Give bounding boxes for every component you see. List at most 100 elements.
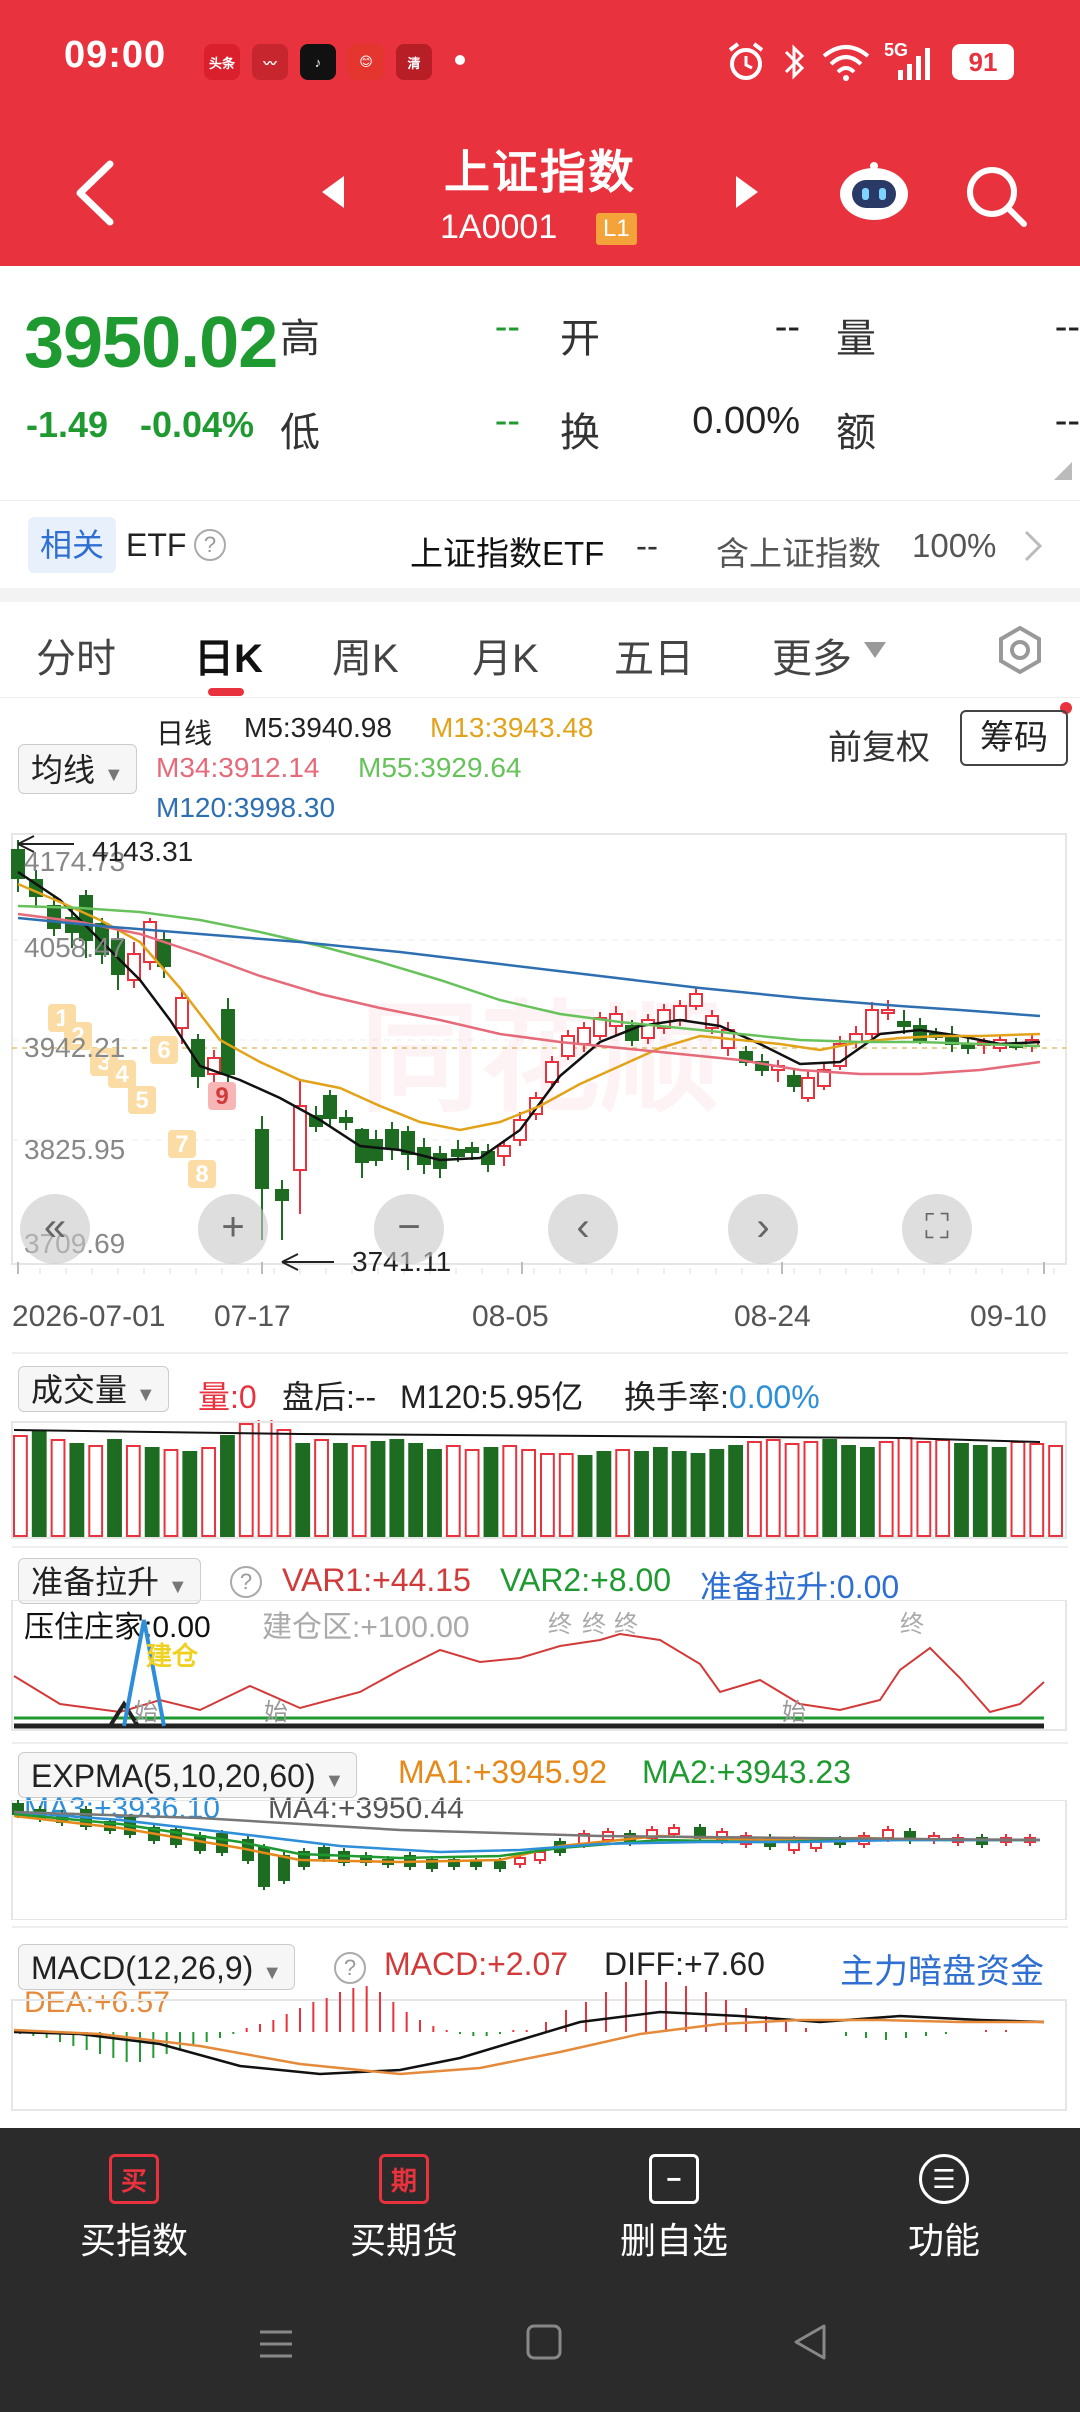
system-back-icon[interactable] [790, 2322, 830, 2362]
volume-bar [464, 1449, 480, 1537]
date-label-0: 2026-07-01 [12, 1300, 166, 1333]
candle-body [787, 1075, 801, 1087]
expand-corner-icon[interactable] [1054, 462, 1072, 480]
volume-bar [690, 1453, 706, 1537]
date-label-2: 08-05 [472, 1300, 549, 1333]
buy-futures-button[interactable]: 期 买期货 [304, 2154, 504, 2264]
td-number-7: 7 [175, 1131, 188, 1158]
volume-indicator-select[interactable]: 成交量 ▼ [18, 1366, 169, 1412]
volume-bar [351, 1445, 367, 1537]
scroll-next-button[interactable]: › [728, 1194, 798, 1264]
zoom-out-button[interactable]: − [374, 1194, 444, 1264]
high-value: -- [494, 306, 520, 348]
volume-qty-value: 0 [238, 1379, 257, 1415]
etf-name: 上证指数ETF [410, 535, 605, 572]
volume-bar [878, 1441, 894, 1537]
zb-indicator-select[interactable]: 准备拉升 ▼ [18, 1558, 201, 1604]
wifi-icon [822, 45, 870, 81]
next-stock-icon[interactable] [732, 172, 762, 212]
buy-index-label: 买指数 [79, 2220, 188, 2261]
legend-m55: M55:3929.64 [358, 752, 522, 783]
expma-candle-body [668, 1827, 680, 1835]
expma-ma1: MA1:+3945.92 [398, 1754, 608, 1790]
scroll-prev-button[interactable]: ‹ [548, 1194, 618, 1264]
help-icon[interactable]: ? [194, 529, 226, 561]
volume-bar [728, 1445, 744, 1537]
more-dropdown-icon [864, 642, 886, 658]
candle-body [865, 1009, 879, 1035]
volume-bar [483, 1447, 499, 1537]
chip-distribution-button[interactable]: 筹码 [960, 710, 1068, 766]
section-divider [0, 588, 1080, 602]
bluetooth-icon [784, 44, 805, 80]
date-label-3: 08-24 [734, 1300, 811, 1333]
indicator-select[interactable]: 均线 ▼ [18, 744, 137, 794]
volume-bar [144, 1447, 160, 1537]
volume-bar [220, 1435, 235, 1537]
volume-bar [238, 1423, 254, 1537]
tab-monthly-k[interactable]: 月K [472, 626, 539, 684]
help-icon[interactable]: ? [230, 1566, 262, 1598]
search-icon[interactable] [962, 162, 1030, 230]
tab-more[interactable]: 更多 [772, 626, 852, 684]
volume-bar [634, 1451, 649, 1537]
home-icon[interactable] [524, 2322, 564, 2362]
expma-candle-body [318, 1847, 330, 1859]
turnover-value: 0.00% [692, 400, 800, 442]
more-notifications-dot [455, 55, 465, 65]
expma-candle-body [534, 1851, 546, 1861]
volume-bar [822, 1439, 838, 1537]
candle-body [801, 1077, 815, 1099]
turnover-rate-text: 换手率: [624, 1379, 729, 1415]
expma-chart[interactable] [0, 1800, 1080, 1920]
ai-assistant-robot-icon[interactable] [836, 160, 912, 224]
amount-label: 额 [836, 411, 876, 455]
buy-index-button[interactable]: 买 买指数 [34, 2154, 234, 2264]
volume-bar [577, 1455, 593, 1537]
remove-watchlist-label: 删自选 [619, 2220, 728, 2261]
y-label-1: 4058.47 [24, 932, 126, 963]
legend-m13: M13:3943.48 [430, 712, 594, 743]
zb-start-mark: 始 [134, 1699, 158, 1726]
macd-chart[interactable] [0, 1960, 1080, 2120]
related-tag: 相关 [28, 517, 117, 573]
kline-chart[interactable]: 同花顺123 456789 [0, 830, 1080, 1350]
fast-back-button[interactable]: « [20, 1194, 90, 1264]
volume-bar [125, 1445, 141, 1537]
remove-watchlist-button[interactable]: − 删自选 [574, 2154, 774, 2264]
related-type: ETF [126, 527, 187, 563]
candle-body [673, 1005, 687, 1021]
status-bar: 09:00 头条 〰 ♪ 😊 清 5G 91 [0, 0, 1080, 120]
volume-chart[interactable] [0, 1420, 1080, 1540]
volume-bar [370, 1441, 386, 1537]
back-icon[interactable] [70, 158, 116, 228]
volume-bar [803, 1441, 819, 1537]
adjust-mode[interactable]: 前复权 [828, 720, 930, 769]
tab-weekly-k[interactable]: 周K [332, 626, 399, 684]
tab-intraday[interactable]: 分时 [36, 626, 116, 684]
qingyun-app-icon: 清 [396, 44, 432, 80]
chart-settings-icon[interactable] [994, 624, 1046, 676]
zoom-in-button[interactable]: + [198, 1194, 268, 1264]
functions-button[interactable]: ☰ 功能 [844, 2154, 1044, 2264]
volume-select-label: 成交量 [31, 1372, 128, 1408]
tab-daily-k[interactable]: 日K [194, 626, 263, 684]
volume-bar [747, 1441, 762, 1537]
related-etf-bar[interactable]: 相关 ETF ? 上证指数ETF -- 含上证指数 100% [0, 500, 1080, 588]
zb-end-mark: 终 [548, 1611, 572, 1638]
volume-bar [859, 1447, 875, 1537]
stock-code: 1A0001 [440, 208, 558, 246]
td-number-6: 6 [157, 1037, 170, 1064]
candle-body [497, 1145, 511, 1157]
td-number-4: 4 [115, 1061, 129, 1088]
tab-five-day[interactable]: 五日 [614, 626, 694, 684]
date-label-1: 07-17 [214, 1300, 291, 1333]
recent-apps-icon[interactable] [256, 2324, 296, 2364]
chevron-down-icon: ▼ [324, 1770, 345, 1792]
tiktok-app-icon: ♪ [300, 44, 336, 80]
fullscreen-button[interactable]: ⛶ [902, 1194, 972, 1264]
candle-body [385, 1129, 399, 1149]
volume-bar [408, 1443, 424, 1537]
date-label-4: 09-10 [970, 1300, 1047, 1333]
panel-divider [12, 1742, 1068, 1744]
